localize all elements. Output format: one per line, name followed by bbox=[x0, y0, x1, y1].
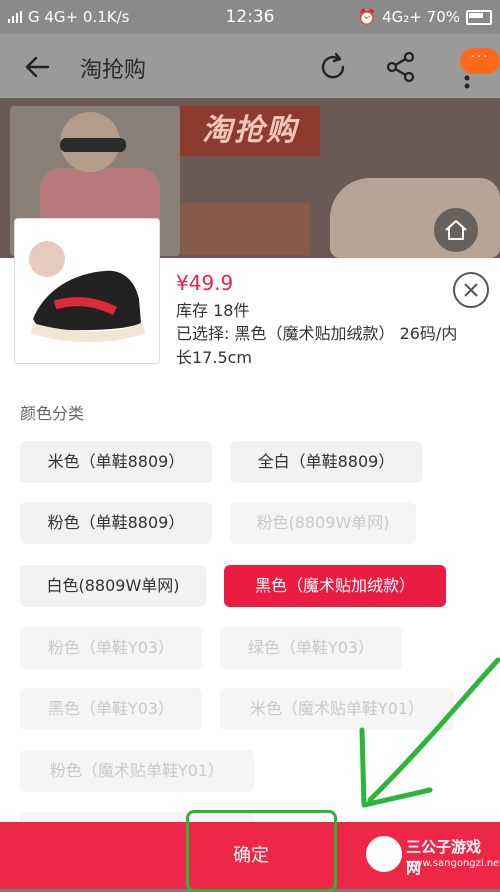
back-arrow-icon[interactable] bbox=[22, 52, 52, 82]
confirm-highlight-outline bbox=[186, 810, 337, 892]
watermark-logo-icon bbox=[366, 836, 402, 872]
option-pink-8809w[interactable]: 粉色(8809W单网) bbox=[230, 502, 416, 544]
shoe-image bbox=[29, 241, 145, 342]
share-icon[interactable] bbox=[385, 50, 417, 84]
color-section-label: 颜色分类 bbox=[20, 404, 85, 423]
option-pink-y03[interactable]: 粉色（单鞋Y03） bbox=[20, 627, 202, 669]
battery-icon bbox=[466, 9, 492, 25]
close-icon[interactable] bbox=[453, 272, 489, 308]
status-right: ⏰ 4G₂+ 70% bbox=[357, 8, 492, 26]
watermark-title: 三公子游戏网 bbox=[406, 838, 482, 877]
alarm-icon: ⏰ bbox=[357, 8, 377, 26]
option-black-y03[interactable]: 黑色（单鞋Y03） bbox=[20, 688, 202, 730]
banner-stripe bbox=[180, 203, 310, 255]
more-menu-button[interactable]: ··· bbox=[452, 48, 500, 92]
option-green-y03[interactable]: 绿色（单鞋Y03） bbox=[220, 627, 402, 669]
refresh-icon[interactable] bbox=[316, 50, 350, 84]
option-pink-velcro-y01[interactable]: 粉色（魔术贴单鞋Y01） bbox=[20, 750, 254, 792]
selected-sku: 已选择: 黑色（魔术贴加绒款） 26码/内长17.5cm bbox=[176, 324, 458, 367]
product-stock: 库存 18件 bbox=[176, 301, 250, 320]
banner-logo: 淘抢购 bbox=[180, 106, 320, 156]
option-pink-8809[interactable]: 粉色（单鞋8809） bbox=[20, 502, 212, 544]
option-white-8809[interactable]: 全白（单鞋8809） bbox=[230, 441, 422, 483]
site-watermark: 三公子游戏网 www.sangongzi.net bbox=[366, 830, 500, 884]
product-thumbnail bbox=[14, 218, 160, 364]
option-white-8809w[interactable]: 白色(8809W单网) bbox=[20, 565, 206, 607]
status-battery-text: 4G₂+ 70% bbox=[382, 8, 460, 26]
more-dots-icon bbox=[464, 75, 470, 89]
product-price: ¥49.9 bbox=[176, 271, 234, 295]
watermark-url: www.sangongzi.net bbox=[406, 858, 500, 869]
title-bar: 淘抢购 ··· bbox=[0, 34, 500, 98]
banner-sunglasses bbox=[60, 138, 126, 152]
option-black-velcro-fleece[interactable]: 黑色（魔术贴加绒款） bbox=[224, 565, 446, 607]
option-beige-velcro-y01[interactable]: 米色（魔术贴单鞋Y01） bbox=[220, 688, 454, 730]
status-bar: G 4G+ 0.1K/s 12:36 ⏰ 4G₂+ 70% bbox=[0, 0, 500, 34]
home-icon[interactable] bbox=[434, 208, 478, 252]
page-title: 淘抢购 bbox=[80, 58, 147, 83]
option-beige-8809[interactable]: 米色（单鞋8809） bbox=[20, 441, 212, 483]
